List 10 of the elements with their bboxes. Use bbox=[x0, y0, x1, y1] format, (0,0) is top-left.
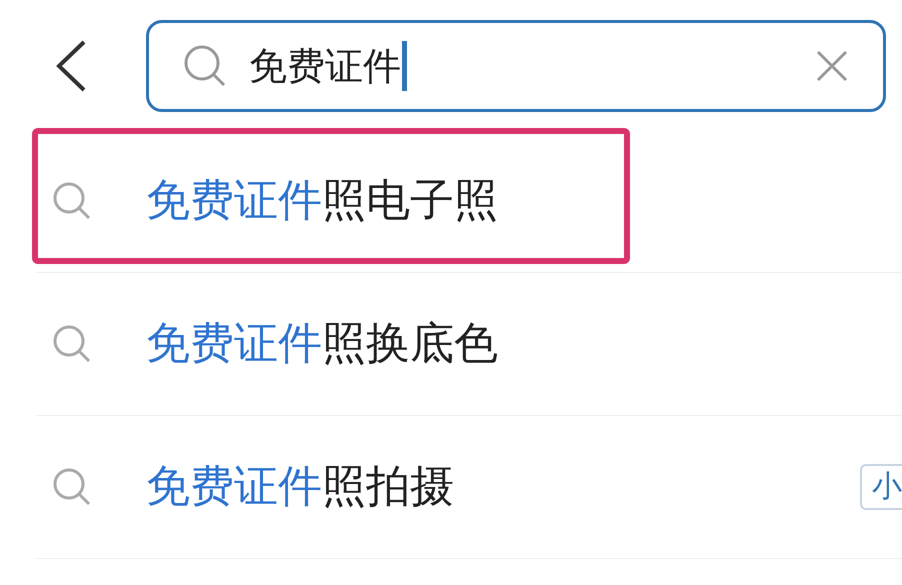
text-cursor bbox=[402, 41, 407, 91]
search-icon bbox=[183, 44, 227, 88]
suggestion-item[interactable]: 免费证件照电子照 bbox=[146, 179, 498, 223]
mini-program-tag: 小 bbox=[860, 464, 902, 510]
search-field[interactable]: 免费证件 bbox=[146, 20, 886, 112]
clear-icon[interactable] bbox=[815, 49, 849, 83]
back-icon[interactable] bbox=[54, 39, 88, 93]
search-query[interactable]: 免费证件 bbox=[249, 47, 401, 85]
suggestion-item[interactable]: 免费证件照拍摄 bbox=[146, 465, 454, 509]
suggestion-item[interactable]: 免费证件照换底色 bbox=[146, 322, 498, 366]
